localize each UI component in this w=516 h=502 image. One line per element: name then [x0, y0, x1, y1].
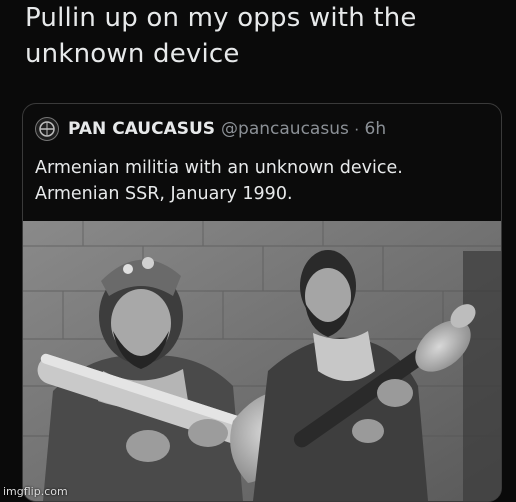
- tweet-text-line-1: Pullin up on my opps with the: [25, 3, 417, 33]
- tweet-photo[interactable]: [23, 221, 501, 501]
- tweet-text: Pullin up on my opps with the unknown de…: [25, 0, 495, 72]
- quoted-tweet-header: PAN CAUCASUS @pancaucasus · 6h: [35, 117, 386, 141]
- militia-photo-illustration: [23, 221, 501, 501]
- quoted-tweet-card[interactable]: PAN CAUCASUS @pancaucasus · 6h Armenian …: [22, 103, 502, 502]
- tweet-text-line-2: unknown device: [25, 39, 240, 69]
- tweet-timestamp[interactable]: 6h: [365, 119, 387, 139]
- quoted-tweet-text: Armenian militia with an unknown device.…: [35, 155, 485, 207]
- author-name[interactable]: PAN CAUCASUS: [68, 119, 215, 139]
- author-handle[interactable]: @pancaucasus: [221, 119, 349, 139]
- imgflip-watermark: imgflip.com: [3, 485, 68, 498]
- author-avatar[interactable]: [35, 117, 59, 141]
- quoted-tweet-line-1: Armenian militia with an unknown device.: [35, 158, 403, 178]
- separator-dot: ·: [353, 119, 360, 138]
- quoted-tweet-line-2: Armenian SSR, January 1990.: [35, 184, 293, 204]
- avatar-emblem-icon: [39, 121, 55, 137]
